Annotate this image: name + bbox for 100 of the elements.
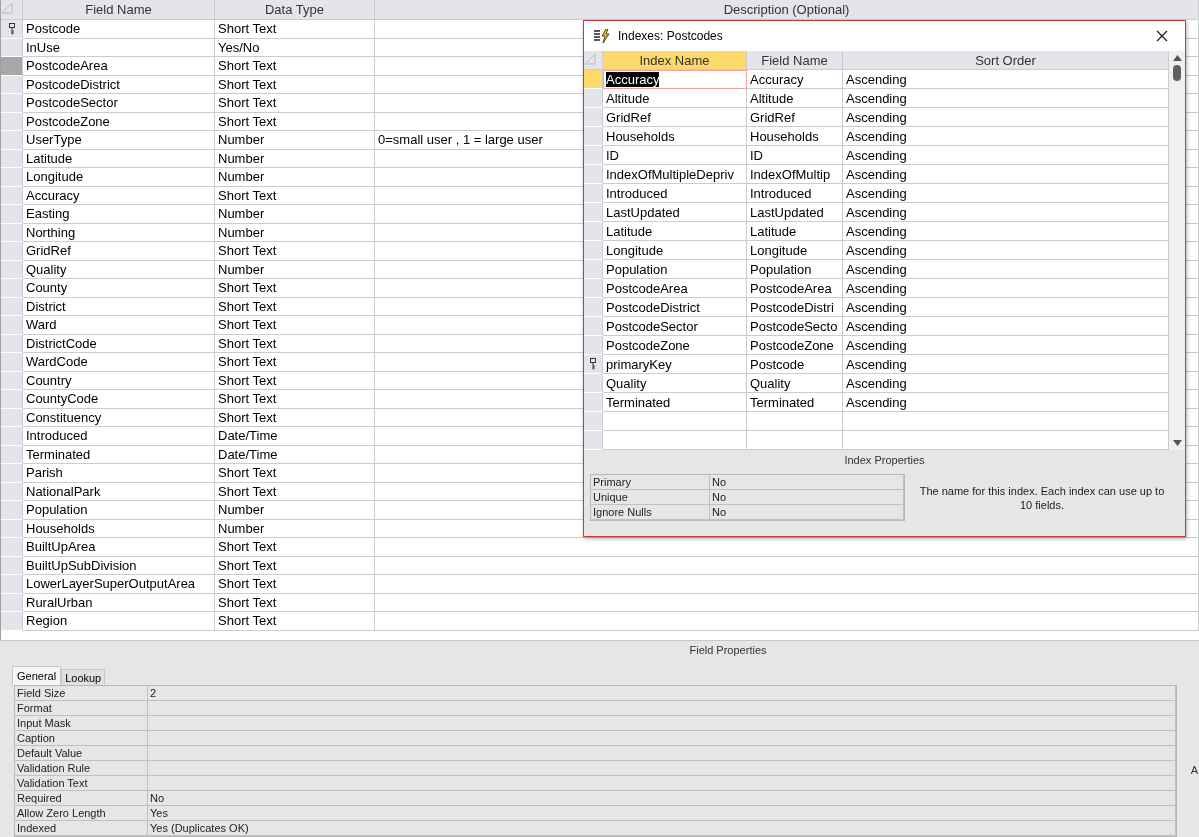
empty-cell[interactable] bbox=[747, 431, 843, 450]
sort-order-cell[interactable]: Ascending bbox=[843, 241, 1169, 260]
description-cell[interactable] bbox=[375, 612, 1199, 631]
sort-order-cell[interactable]: Ascending bbox=[843, 184, 1169, 203]
sort-order-cell[interactable]: Ascending bbox=[843, 393, 1169, 412]
field-name-cell[interactable]: PostcodeDistri bbox=[747, 298, 843, 317]
field-name-cell[interactable]: PostcodeZone bbox=[23, 112, 215, 131]
index-name-cell[interactable]: Quality bbox=[603, 374, 747, 393]
property-value[interactable]: No bbox=[710, 505, 904, 519]
data-type-cell[interactable]: Short Text bbox=[215, 464, 375, 483]
data-type-cell[interactable]: Date/Time bbox=[215, 427, 375, 446]
field-name-cell[interactable]: Population bbox=[747, 260, 843, 279]
sort-order-cell[interactable]: Ascending bbox=[843, 146, 1169, 165]
sort-order-cell[interactable]: Ascending bbox=[843, 165, 1169, 184]
sort-order-cell[interactable]: Ascending bbox=[843, 260, 1169, 279]
index-name-cell[interactable]: Households bbox=[603, 127, 747, 146]
row-selector[interactable] bbox=[1, 20, 23, 39]
index-name-cell[interactable]: Longitude bbox=[603, 241, 747, 260]
sort-order-cell[interactable]: Ascending bbox=[843, 317, 1169, 336]
sort-order-cell[interactable]: Ascending bbox=[843, 355, 1169, 374]
field-name-cell[interactable]: PostcodeZone bbox=[747, 336, 843, 355]
sort-order-cell[interactable]: Ascending bbox=[843, 203, 1169, 222]
data-type-cell[interactable]: Yes/No bbox=[215, 38, 375, 57]
index-name-cell[interactable]: primaryKey bbox=[603, 355, 747, 374]
index-name-cell[interactable]: Introduced bbox=[603, 184, 747, 203]
field-name-cell[interactable]: PostcodeArea bbox=[23, 57, 215, 76]
sort-order-cell[interactable]: Ascending bbox=[843, 298, 1169, 317]
description-cell[interactable] bbox=[375, 538, 1199, 557]
sort-order-cell[interactable]: Ascending bbox=[843, 222, 1169, 241]
scroll-up-icon[interactable] bbox=[1172, 55, 1182, 61]
scroll-down-icon[interactable] bbox=[1172, 440, 1182, 446]
field-name-cell[interactable]: PostcodeDistrict bbox=[23, 75, 215, 94]
index-name-cell[interactable]: Latitude bbox=[603, 222, 747, 241]
sort-order-cell[interactable]: Ascending bbox=[843, 336, 1169, 355]
field-name-cell[interactable]: Introduced bbox=[747, 184, 843, 203]
data-type-cell[interactable]: Number bbox=[215, 519, 375, 538]
data-type-cell[interactable]: Number bbox=[215, 501, 375, 520]
data-type-cell[interactable]: Short Text bbox=[215, 279, 375, 298]
field-name-cell[interactable]: Longitude bbox=[23, 168, 215, 187]
index-name-cell[interactable]: LastUpdated bbox=[603, 203, 747, 222]
data-type-cell[interactable]: Short Text bbox=[215, 112, 375, 131]
field-name-cell[interactable]: District bbox=[23, 297, 215, 316]
field-name-cell[interactable]: GridRef bbox=[23, 242, 215, 261]
select-all-corner[interactable] bbox=[584, 51, 603, 70]
sort-order-cell[interactable]: Ascending bbox=[843, 89, 1169, 108]
data-type-cell[interactable]: Date/Time bbox=[215, 445, 375, 464]
field-name-cell[interactable]: BuiltUpArea bbox=[23, 538, 215, 557]
field-name-cell[interactable]: Terminated bbox=[747, 393, 843, 412]
property-value[interactable]: 2 bbox=[148, 686, 1176, 700]
field-name-cell[interactable]: Longitude bbox=[747, 241, 843, 260]
field-name-cell[interactable]: Households bbox=[23, 519, 215, 538]
field-name-cell[interactable]: InUse bbox=[23, 38, 215, 57]
field-name-cell[interactable]: RuralUrban bbox=[23, 593, 215, 612]
data-type-cell[interactable]: Short Text bbox=[215, 186, 375, 205]
field-name-cell[interactable]: NationalPark bbox=[23, 482, 215, 501]
field-name-cell[interactable]: Postcode bbox=[23, 20, 215, 39]
field-name-cell[interactable]: County bbox=[23, 279, 215, 298]
field-name-cell[interactable]: Accuracy bbox=[23, 186, 215, 205]
index-name-cell[interactable]: PostcodeSector bbox=[603, 317, 747, 336]
field-name-cell[interactable]: UserType bbox=[23, 131, 215, 150]
data-type-cell[interactable]: Short Text bbox=[215, 94, 375, 113]
sort-order-cell[interactable]: Ascending bbox=[843, 374, 1169, 393]
field-name-cell[interactable]: CountyCode bbox=[23, 390, 215, 409]
field-name-cell[interactable]: DistrictCode bbox=[23, 334, 215, 353]
field-name-cell[interactable]: Quality bbox=[747, 374, 843, 393]
field-name-cell[interactable]: Easting bbox=[23, 205, 215, 224]
data-type-cell[interactable]: Short Text bbox=[215, 353, 375, 372]
field-name-cell[interactable]: Ward bbox=[23, 316, 215, 335]
data-type-cell[interactable]: Short Text bbox=[215, 242, 375, 261]
field-name-cell[interactable]: Country bbox=[23, 371, 215, 390]
data-type-cell[interactable]: Number bbox=[215, 131, 375, 150]
index-name-cell[interactable]: Accuracy bbox=[603, 70, 747, 89]
data-type-cell[interactable]: Short Text bbox=[215, 57, 375, 76]
property-value[interactable]: No bbox=[710, 475, 904, 489]
data-type-cell[interactable]: Short Text bbox=[215, 20, 375, 39]
field-name-cell[interactable]: BuiltUpSubDivision bbox=[23, 556, 215, 575]
index-name-cell[interactable]: PostcodeArea bbox=[603, 279, 747, 298]
field-name-cell[interactable]: Accuracy bbox=[747, 70, 843, 89]
data-type-cell[interactable]: Number bbox=[215, 168, 375, 187]
sort-order-cell[interactable]: Ascending bbox=[843, 279, 1169, 298]
data-type-cell[interactable]: Short Text bbox=[215, 334, 375, 353]
data-type-cell[interactable]: Short Text bbox=[215, 75, 375, 94]
description-cell[interactable] bbox=[375, 556, 1199, 575]
field-name-cell[interactable]: LastUpdated bbox=[747, 203, 843, 222]
sort-order-cell[interactable]: Ascending bbox=[843, 108, 1169, 127]
description-cell[interactable] bbox=[375, 593, 1199, 612]
field-name-cell[interactable]: Region bbox=[23, 612, 215, 631]
index-name-cell[interactable]: Terminated bbox=[603, 393, 747, 412]
empty-cell[interactable] bbox=[843, 431, 1169, 450]
index-name-cell[interactable]: Population bbox=[603, 260, 747, 279]
data-type-cell[interactable]: Short Text bbox=[215, 612, 375, 631]
property-value[interactable]: No bbox=[710, 490, 904, 504]
data-type-cell[interactable]: Number bbox=[215, 205, 375, 224]
sort-order-cell[interactable]: Ascending bbox=[843, 127, 1169, 146]
index-name-cell[interactable]: PostcodeZone bbox=[603, 336, 747, 355]
field-name-cell[interactable]: Altitude bbox=[747, 89, 843, 108]
data-type-cell[interactable]: Number bbox=[215, 260, 375, 279]
field-name-cell[interactable]: Population bbox=[23, 501, 215, 520]
data-type-cell[interactable]: Short Text bbox=[215, 593, 375, 612]
field-name-cell[interactable]: IndexOfMultip bbox=[747, 165, 843, 184]
